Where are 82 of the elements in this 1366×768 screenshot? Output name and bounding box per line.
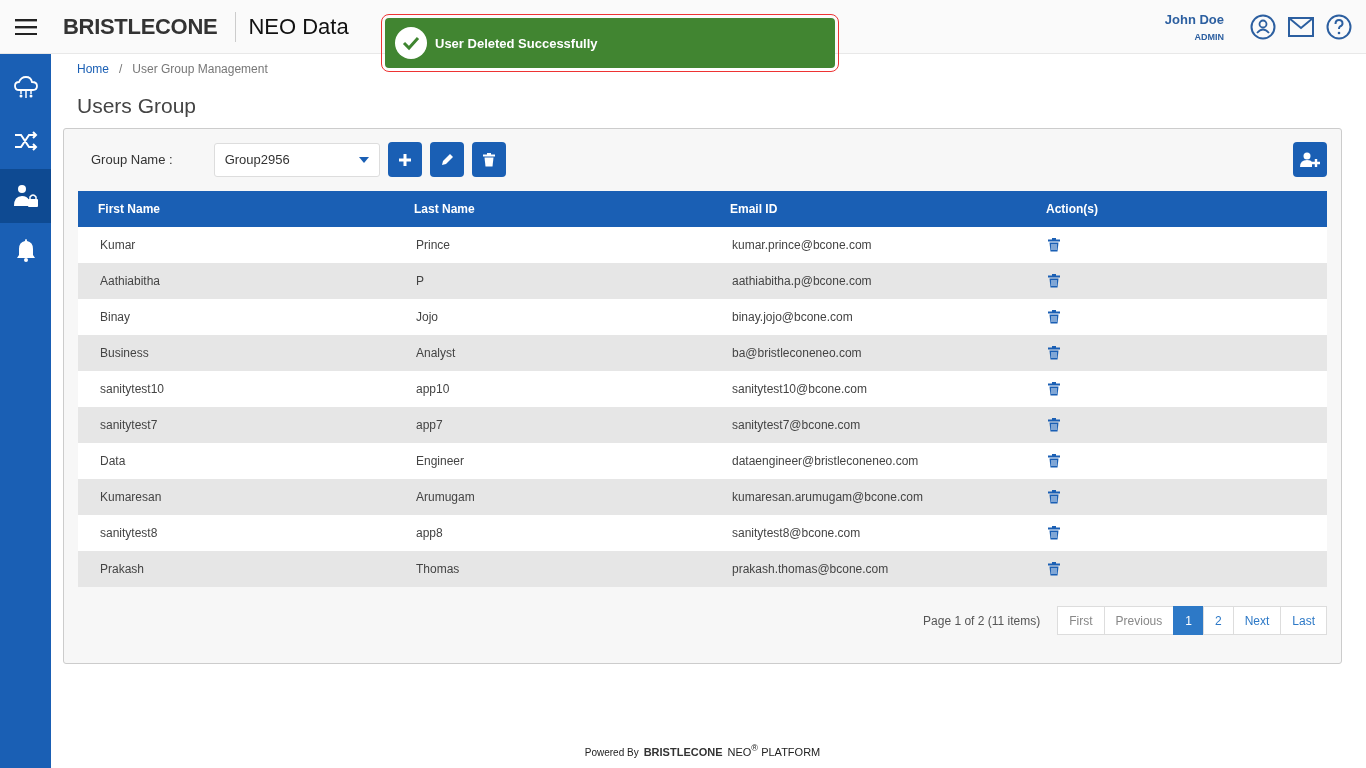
bell-icon [15,238,36,262]
table-cell-text: sanitytest8@bcone.com [731,526,862,540]
product-name: NEO$^{®}$ PLATFORM [727,743,821,758]
column-header: Email ID [729,202,779,216]
page-summary: Page 1 of 2 (11 items) [923,613,1041,628]
table-cell-text: prakash.thomas@bcone.com [731,562,890,576]
add-user-icon [1300,151,1320,168]
add-user-button[interactable] [1293,142,1327,177]
help-icon[interactable] [1326,13,1352,40]
toast-message: User Deleted Successfully [435,35,598,51]
delete-icon[interactable] [1048,346,1060,360]
delete-icon[interactable] [1048,238,1060,252]
pencil-icon [439,152,454,167]
delete-icon[interactable] [1048,562,1060,576]
table-cell-text: Aathiabitha [99,274,162,288]
user-lock-icon [12,184,39,208]
user-role: ADMIN [1194,31,1224,42]
add-button[interactable] [387,142,422,177]
table-cell-text: sanitytest8 [99,526,159,540]
group-select[interactable]: Group2956 [213,142,380,177]
trash-icon [482,152,495,167]
footer-logo: BRISTLECONE [643,746,723,758]
table-cell-text: Analyst [415,346,457,360]
app-title: NEO Data [248,13,349,40]
table-cell-text: aathiabitha.p@bcone.com [731,274,873,288]
table-cell-text: Thomas [415,562,461,576]
table-cell-text: Data [99,454,127,468]
page-button[interactable]: Last [1280,606,1327,635]
table-cell-text: dataengineer@bristleconeneo.com [731,454,920,468]
table-cell-text: Kumar [99,238,137,252]
breadcrumb-separator: / [119,62,123,76]
table-cell-text: P [415,274,425,288]
table-cell-text: sanitytest10@bcone.com [731,382,868,396]
column-header: Action(s) [1045,202,1099,216]
table-cell-text: ba@bristleconeneo.com [731,346,863,360]
table-cell-text: Kumaresan [99,490,163,504]
table-cell-text: Business [99,346,150,360]
table-cell-text: app8 [415,526,444,540]
table-cell-text: Prince [415,238,451,252]
page-title: Users Group [77,94,198,118]
table-cell-text: Arumugam [415,490,476,504]
table-cell-text: Jojo [415,310,439,324]
page-button[interactable]: Next [1232,606,1282,635]
delete-icon[interactable] [1048,454,1060,468]
caret-icon [358,156,369,163]
column-header: First Name [97,202,162,216]
table-cell-text: app10 [415,382,451,396]
table-cell-text: sanitytest10 [99,382,166,396]
table-cell-text: Binay [99,310,132,324]
powered-by-text: Powered By [584,747,639,758]
delete-icon[interactable] [1048,526,1060,540]
delete-icon[interactable] [1048,490,1060,504]
table-cell-text: binay.jojo@bcone.com [731,310,854,324]
table-cell-text: sanitytest7@bcone.com [731,418,862,432]
check-icon [395,27,427,59]
group-name-label: Group Name : [91,152,173,167]
brand-logo: BRISTLECONE [63,13,218,40]
table-cell-text: Engineer [415,454,466,468]
delete-icon[interactable] [1048,310,1060,324]
edit-button[interactable] [429,142,464,177]
user-icon[interactable] [1250,13,1276,40]
delete-icon[interactable] [1048,274,1060,288]
table-cell-text: app7 [415,418,444,432]
column-header: Last Name [413,202,476,216]
table-cell-text: sanitytest7 [99,418,159,432]
table-cell-text: Prakash [99,562,146,576]
delete-button[interactable] [471,142,506,177]
delete-icon[interactable] [1048,418,1060,432]
page-button[interactable]: 2 [1202,606,1234,635]
menu-icon [14,18,37,35]
user-name: John Doe [1164,11,1224,27]
table-cell-text: kumar.prince@bcone.com [731,238,873,252]
breadcrumb-link[interactable]: Home [77,62,109,76]
mail-icon[interactable] [1288,16,1314,37]
plus-icon [397,152,412,167]
breadcrumb-current: User Group Management [132,62,268,76]
shuffle-icon [13,131,38,153]
cloud-network-icon [12,75,39,101]
sidebar-item[interactable] [0,169,51,223]
delete-icon[interactable] [1048,382,1060,396]
page-button[interactable]: 1 [1173,606,1204,635]
table-cell-text: kumaresan.arumugam@bcone.com [731,490,924,504]
